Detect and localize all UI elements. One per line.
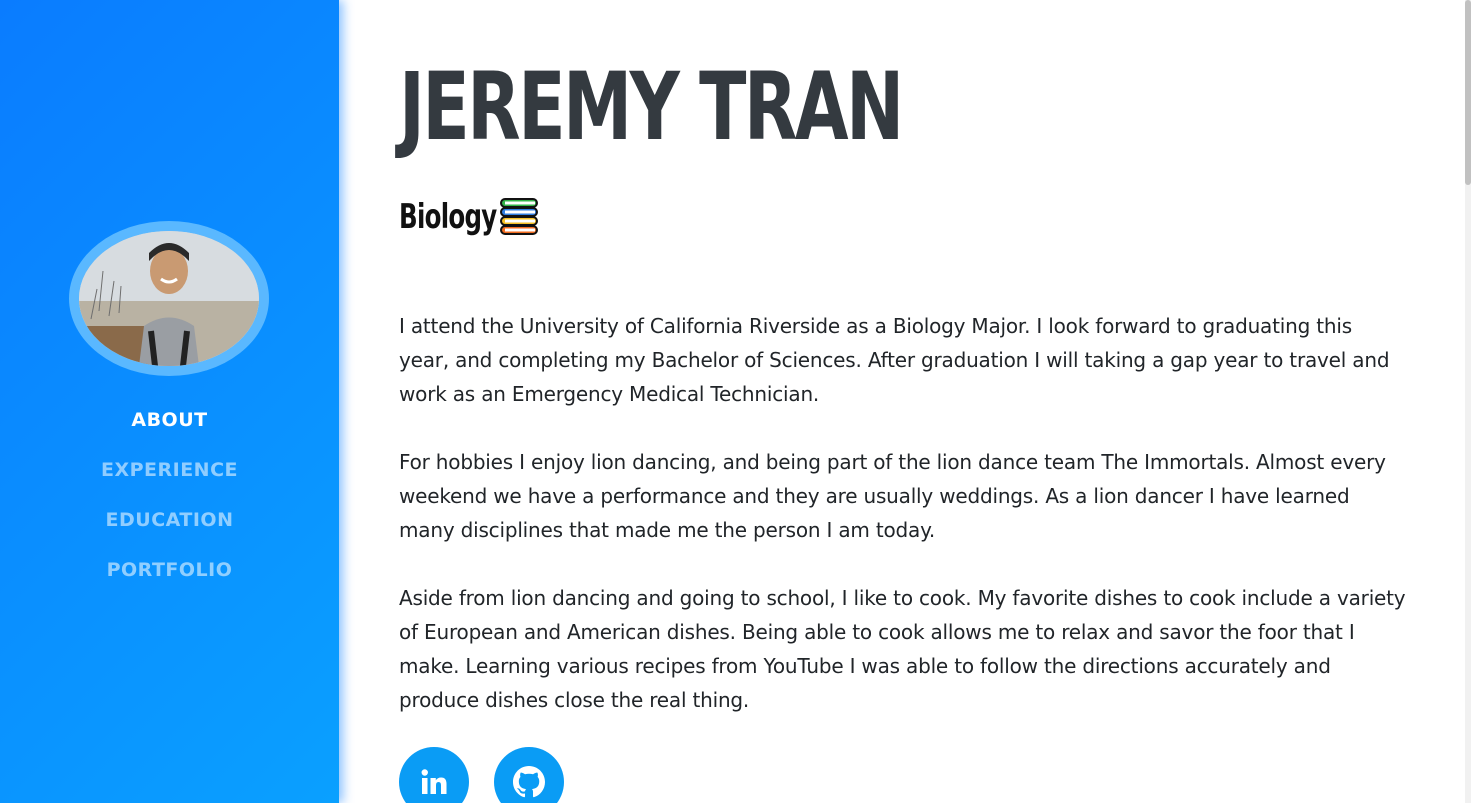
main-content: JEREMY TRAN Biology I attend the Univers… [399,0,1409,803]
avatar [79,231,259,366]
nav-item-portfolio[interactable]: PORTFOLIO [0,555,339,605]
nav-item-about[interactable]: ABOUT [0,405,339,455]
about-paragraph: I attend the University of California Ri… [399,314,1390,406]
subtitle-text: Biology [399,197,497,237]
avatar-ring [69,221,269,376]
github-button[interactable] [494,747,564,803]
github-icon [513,766,545,798]
page-title: JEREMY TRAN [399,53,904,162]
sidebar: ABOUT EXPERIENCE EDUCATION PORTFOLIO [0,0,339,803]
scrollbar[interactable] [1465,0,1471,803]
social-links [399,747,564,803]
books-icon [499,197,541,237]
nav-item-education[interactable]: EDUCATION [0,505,339,555]
nav-item-experience[interactable]: EXPERIENCE [0,455,339,505]
about-paragraph: Aside from lion dancing and going to sch… [399,586,1406,712]
linkedin-button[interactable] [399,747,469,803]
scrollbar-thumb[interactable] [1465,0,1471,185]
linkedin-icon [421,769,447,794]
sidebar-nav: ABOUT EXPERIENCE EDUCATION PORTFOLIO [0,405,339,605]
about-section: I attend the University of California Ri… [399,309,1407,751]
subtitle: Biology [399,192,541,242]
about-paragraph: For hobbies I enjoy lion dancing, and be… [399,450,1386,542]
